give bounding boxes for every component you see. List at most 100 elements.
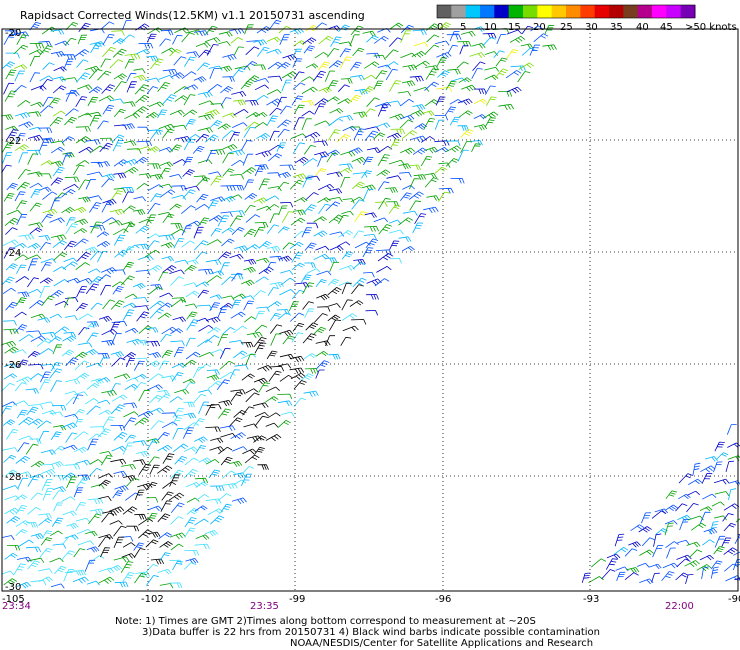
wind-barb — [50, 530, 63, 537]
wind-barb — [109, 506, 125, 514]
wind-barb — [378, 197, 391, 210]
wind-barb — [482, 32, 497, 39]
wind-barb — [126, 377, 139, 383]
wind-barb — [51, 517, 64, 527]
wind-barb — [133, 68, 146, 74]
wind-barb — [5, 263, 18, 271]
wind-barb — [101, 178, 115, 188]
wind-barb — [209, 68, 220, 80]
wind-barb — [340, 177, 351, 188]
lat-label: -24 — [5, 248, 21, 259]
wind-barb — [231, 159, 245, 167]
wind-barb — [231, 91, 247, 97]
wind-barb — [54, 565, 67, 575]
wind-barb — [714, 491, 730, 497]
wind-barb — [38, 186, 52, 192]
wind-barb — [377, 181, 390, 191]
wind-barb — [42, 62, 55, 70]
wind-barb — [398, 163, 411, 170]
wind-barb — [51, 445, 66, 455]
wind-barb — [689, 549, 703, 558]
wind-barb — [244, 244, 260, 252]
wind-barb — [208, 469, 221, 479]
wind-barb — [26, 149, 41, 156]
wind-barb — [26, 522, 38, 528]
wind-barb — [206, 369, 220, 375]
wind-barb — [29, 227, 43, 235]
wind-barb — [282, 335, 295, 345]
wind-barb — [172, 124, 187, 131]
wind-barb — [18, 121, 34, 128]
wind-barb — [461, 84, 476, 92]
wind-barb — [41, 331, 57, 338]
wind-barb — [290, 217, 306, 226]
wind-barb — [90, 302, 103, 310]
wind-barb — [253, 290, 266, 298]
wind-barb — [86, 332, 99, 343]
wind-barb — [102, 104, 115, 115]
wind-barb — [301, 86, 318, 94]
wind-barb — [254, 166, 265, 177]
wind-barb — [133, 297, 148, 303]
wind-barb — [289, 241, 304, 250]
wind-barb — [13, 44, 29, 55]
wind-barb — [484, 85, 496, 95]
lat-label: -28 — [5, 472, 21, 483]
wind-barb — [389, 22, 404, 30]
wind-barb — [434, 166, 447, 174]
wind-barb — [313, 326, 327, 335]
wind-barb — [112, 38, 126, 45]
wind-barb — [52, 240, 67, 249]
wind-barb — [206, 275, 222, 284]
wind-barb — [243, 228, 257, 238]
wind-barb — [329, 319, 342, 331]
wind-barb — [28, 111, 42, 117]
wind-barb — [162, 265, 177, 273]
wind-barb — [1, 340, 17, 348]
wind-barb — [113, 108, 126, 118]
wind-barb — [294, 104, 305, 114]
wind-barb — [317, 306, 331, 312]
wind-barb — [161, 421, 178, 429]
wind-barb — [266, 245, 281, 253]
wind-barb — [222, 112, 237, 119]
wind-barb — [87, 438, 99, 451]
wind-barb — [289, 179, 304, 190]
wind-barb — [18, 234, 35, 241]
wind-barb — [244, 454, 260, 464]
wind-barb — [195, 534, 210, 540]
wind-barb — [210, 515, 225, 525]
wind-barb — [101, 201, 114, 213]
wind-barb — [495, 68, 509, 78]
wind-barb — [329, 108, 344, 114]
wind-barb — [18, 152, 28, 163]
wind-barb — [101, 173, 116, 180]
wind-barb — [265, 386, 280, 393]
wind-barb — [318, 183, 335, 191]
wind-barb — [183, 282, 198, 288]
wind-barb — [161, 256, 175, 262]
wind-barb — [327, 278, 340, 286]
wind-barb — [61, 206, 75, 214]
wind-barb — [423, 118, 436, 130]
wind-barb — [665, 490, 678, 500]
wind-barb — [240, 140, 253, 151]
wind-barb — [470, 140, 483, 146]
wind-barb — [265, 195, 280, 202]
wind-barb — [150, 558, 165, 565]
wind-barb — [209, 294, 223, 300]
wind-barb — [78, 327, 90, 336]
wind-barb — [282, 242, 295, 250]
wind-barb — [412, 222, 424, 234]
wind-barb — [229, 369, 240, 380]
wind-barb — [159, 161, 174, 167]
wind-barb — [3, 82, 15, 95]
wind-barb — [52, 344, 63, 355]
wind-barb — [18, 539, 34, 547]
wind-barb — [124, 434, 137, 443]
wind-barb — [197, 62, 210, 71]
wind-barb — [517, 71, 531, 83]
wind-barb — [194, 518, 209, 526]
wind-barb — [457, 98, 473, 106]
wind-barb — [1, 382, 15, 392]
